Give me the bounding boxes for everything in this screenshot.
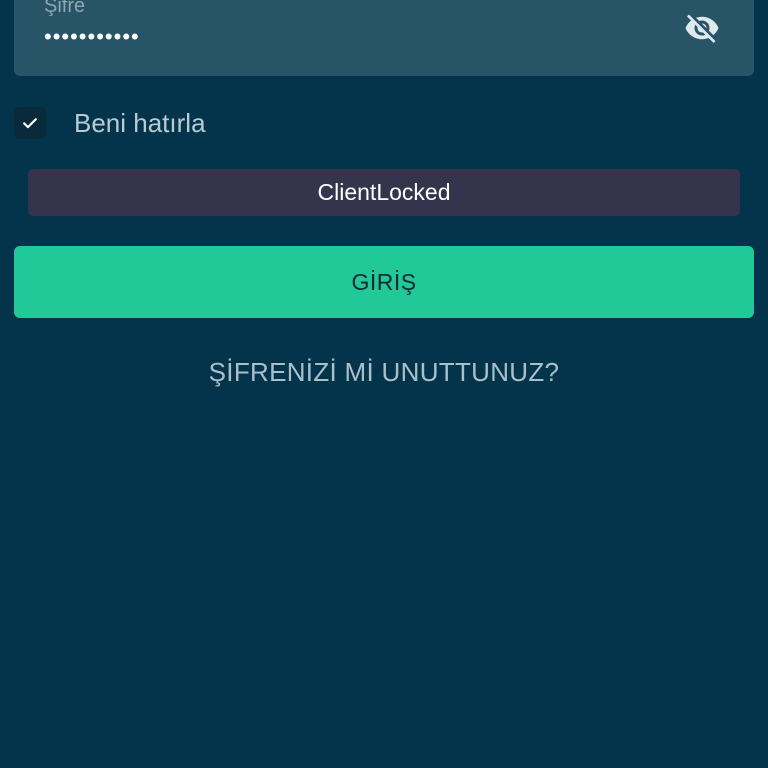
eye-off-icon[interactable]	[680, 8, 724, 48]
password-label: Şifre	[44, 0, 86, 17]
remember-me-row[interactable]: Beni hatırla	[14, 106, 206, 140]
check-icon	[23, 118, 37, 129]
forgot-password-link[interactable]: ŞİFRENİZİ Mİ UNUTTUNUZ?	[0, 357, 768, 388]
error-banner: ClientLocked	[28, 169, 740, 216]
login-screen: Şifre ••••••••••• Beni hatırla ClientLoc…	[0, 0, 768, 768]
remember-me-checkbox[interactable]	[14, 107, 46, 139]
password-value[interactable]: •••••••••••	[44, 26, 140, 48]
password-field[interactable]: Şifre •••••••••••	[14, 0, 754, 76]
login-button[interactable]: GİRİŞ	[14, 246, 754, 318]
remember-me-label: Beni hatırla	[74, 107, 206, 138]
